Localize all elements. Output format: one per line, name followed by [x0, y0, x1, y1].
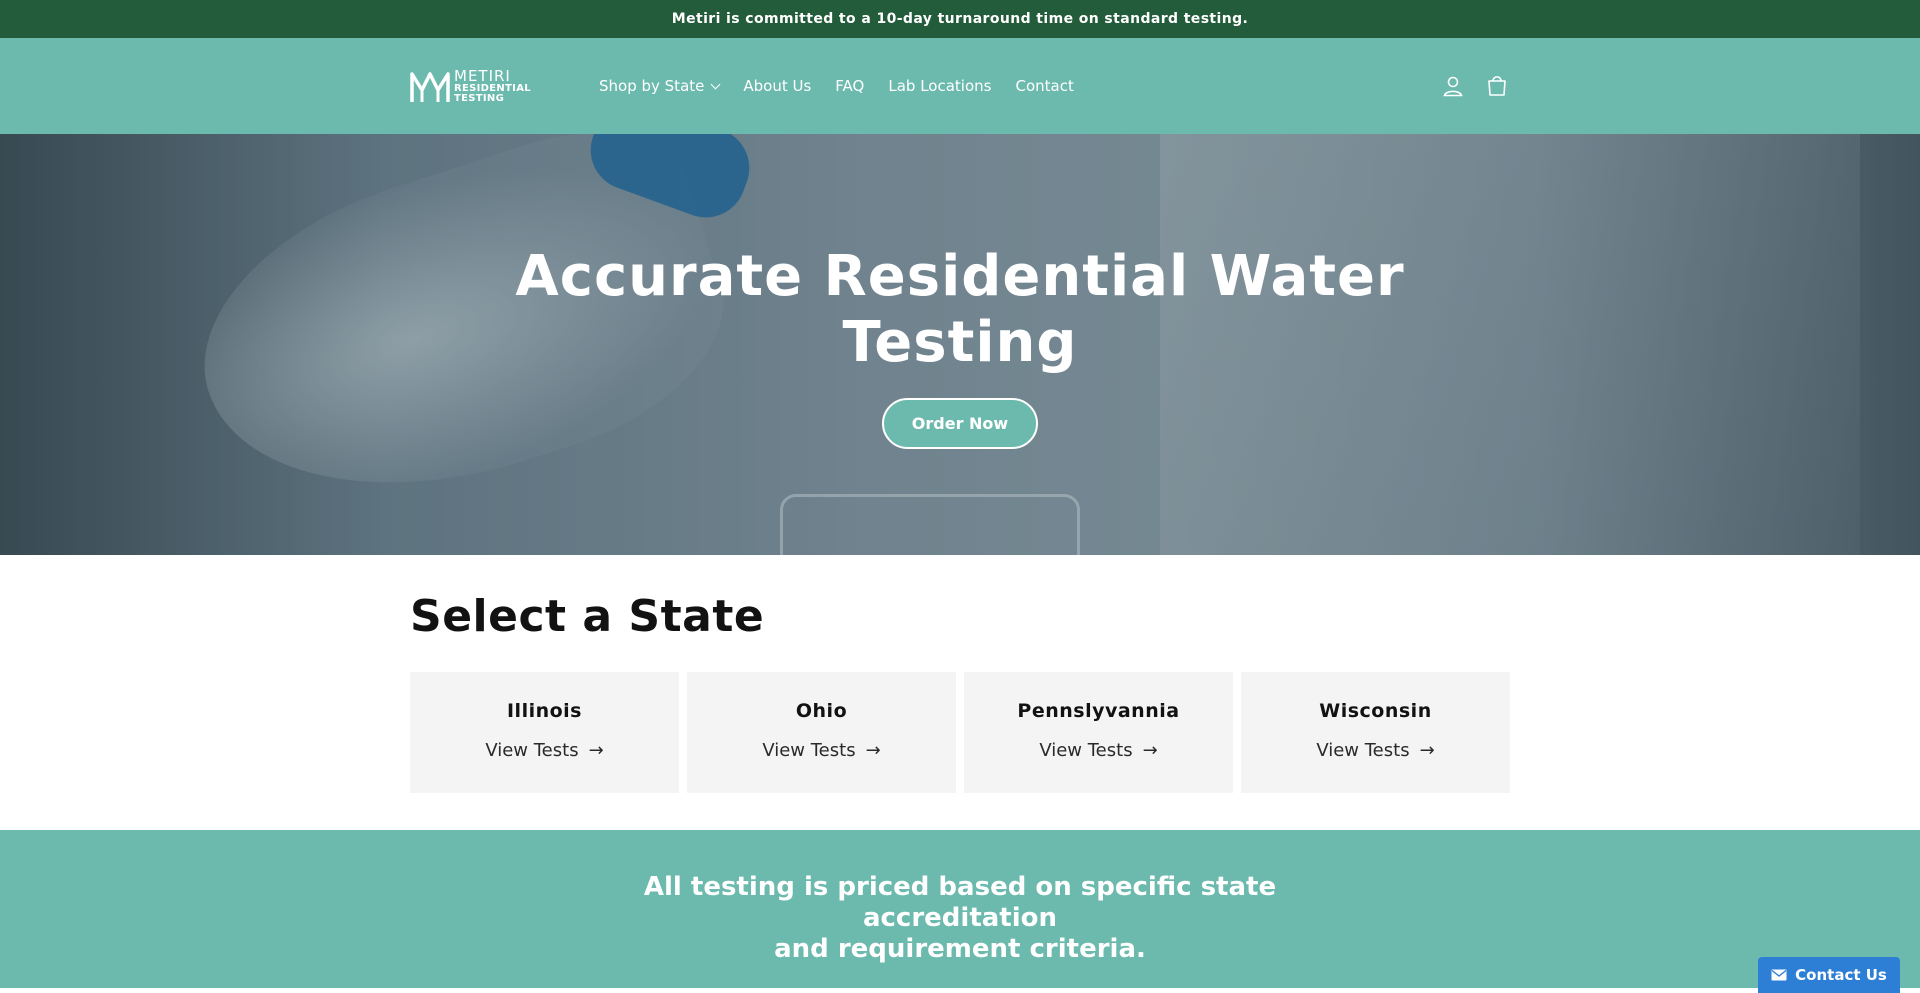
state-card-pennsylvania[interactable]: Pennslyvannia View Tests → — [964, 672, 1233, 793]
pricing-text-line-1: All testing is priced based on specific … — [643, 872, 1277, 933]
contact-us-label: Contact Us — [1795, 966, 1887, 984]
announcement-bar: Metiri is committed to a 10-day turnarou… — [0, 0, 1920, 38]
nav-label: About Us — [743, 77, 812, 95]
nav-label: Contact — [1015, 77, 1074, 95]
pricing-text: All testing is priced based on specific … — [580, 872, 1340, 965]
link-label: View Tests — [1316, 740, 1410, 761]
state-name: Ohio — [795, 700, 848, 722]
nav-contact[interactable]: Contact — [1003, 69, 1085, 103]
state-card-wisconsin[interactable]: Wisconsin View Tests → — [1241, 672, 1510, 793]
nav-shop-by-state[interactable]: Shop by State — [587, 69, 731, 103]
site-header: METIRI RESIDENTIAL TESTING Shop by State… — [0, 38, 1920, 134]
nav-label: FAQ — [835, 77, 865, 95]
hero-title: Accurate Residential Water Testing — [0, 244, 1920, 376]
site-logo[interactable]: METIRI RESIDENTIAL TESTING — [410, 68, 579, 104]
link-label: View Tests — [485, 740, 579, 761]
view-tests-link[interactable]: View Tests → — [964, 740, 1233, 761]
logo-line-3: TESTING — [454, 92, 505, 104]
logo-line-1: METIRI — [454, 66, 511, 85]
hero-content: Accurate Residential Water Testing Order… — [0, 244, 1920, 449]
account-icon[interactable] — [1440, 73, 1466, 99]
cart-icon[interactable] — [1484, 73, 1510, 99]
link-label: View Tests — [762, 740, 856, 761]
hero-title-line-1: Accurate Residential Water — [515, 244, 1405, 309]
view-tests-link[interactable]: View Tests → — [410, 740, 679, 761]
state-name: Wisconsin — [1319, 700, 1432, 722]
arrow-right-icon: → — [865, 740, 881, 761]
state-card-ohio[interactable]: Ohio View Tests → — [687, 672, 956, 793]
envelope-icon — [1771, 969, 1787, 981]
state-cards: Illinois View Tests → Ohio View Tests → Pe… — [410, 672, 1510, 793]
pricing-text-line-2: and requirement criteria. — [774, 934, 1146, 964]
main-nav: Shop by State About Us FAQ Lab Locations… — [587, 69, 1086, 103]
nav-label: Lab Locations — [888, 77, 992, 95]
nav-about-us[interactable]: About Us — [731, 69, 823, 103]
logo-wordmark: METIRI RESIDENTIAL TESTING — [454, 66, 531, 104]
state-name: Illinois — [506, 700, 582, 722]
announcement-text: Metiri is committed to a 10-day turnarou… — [671, 11, 1249, 27]
logo-mark-icon — [410, 72, 450, 102]
select-state-section: Select a State Illinois View Tests → Ohio… — [410, 555, 1510, 793]
header-icons — [1440, 73, 1510, 99]
hero-title-line-2: Testing — [842, 310, 1078, 375]
arrow-right-icon: → — [588, 740, 604, 761]
state-card-illinois[interactable]: Illinois View Tests → — [410, 672, 679, 793]
logo-line-2: RESIDENTIAL — [454, 82, 531, 94]
nav-label: Shop by State — [599, 77, 705, 95]
state-name: Pennslyvannia — [1017, 700, 1180, 722]
view-tests-link[interactable]: View Tests → — [687, 740, 956, 761]
arrow-right-icon: → — [1142, 740, 1158, 761]
pricing-banner: All testing is priced based on specific … — [0, 830, 1920, 988]
hero-banner: Accurate Residential Water Testing Order… — [0, 134, 1920, 555]
view-tests-link[interactable]: View Tests → — [1241, 740, 1510, 761]
chevron-down-icon — [710, 79, 721, 89]
link-label: View Tests — [1039, 740, 1133, 761]
contact-us-widget[interactable]: Contact Us — [1758, 957, 1900, 993]
nav-lab-locations[interactable]: Lab Locations — [876, 69, 1003, 103]
arrow-right-icon: → — [1419, 740, 1435, 761]
order-now-button[interactable]: Order Now — [881, 398, 1039, 449]
section-title: Select a State — [410, 591, 765, 642]
nav-faq[interactable]: FAQ — [823, 69, 876, 103]
